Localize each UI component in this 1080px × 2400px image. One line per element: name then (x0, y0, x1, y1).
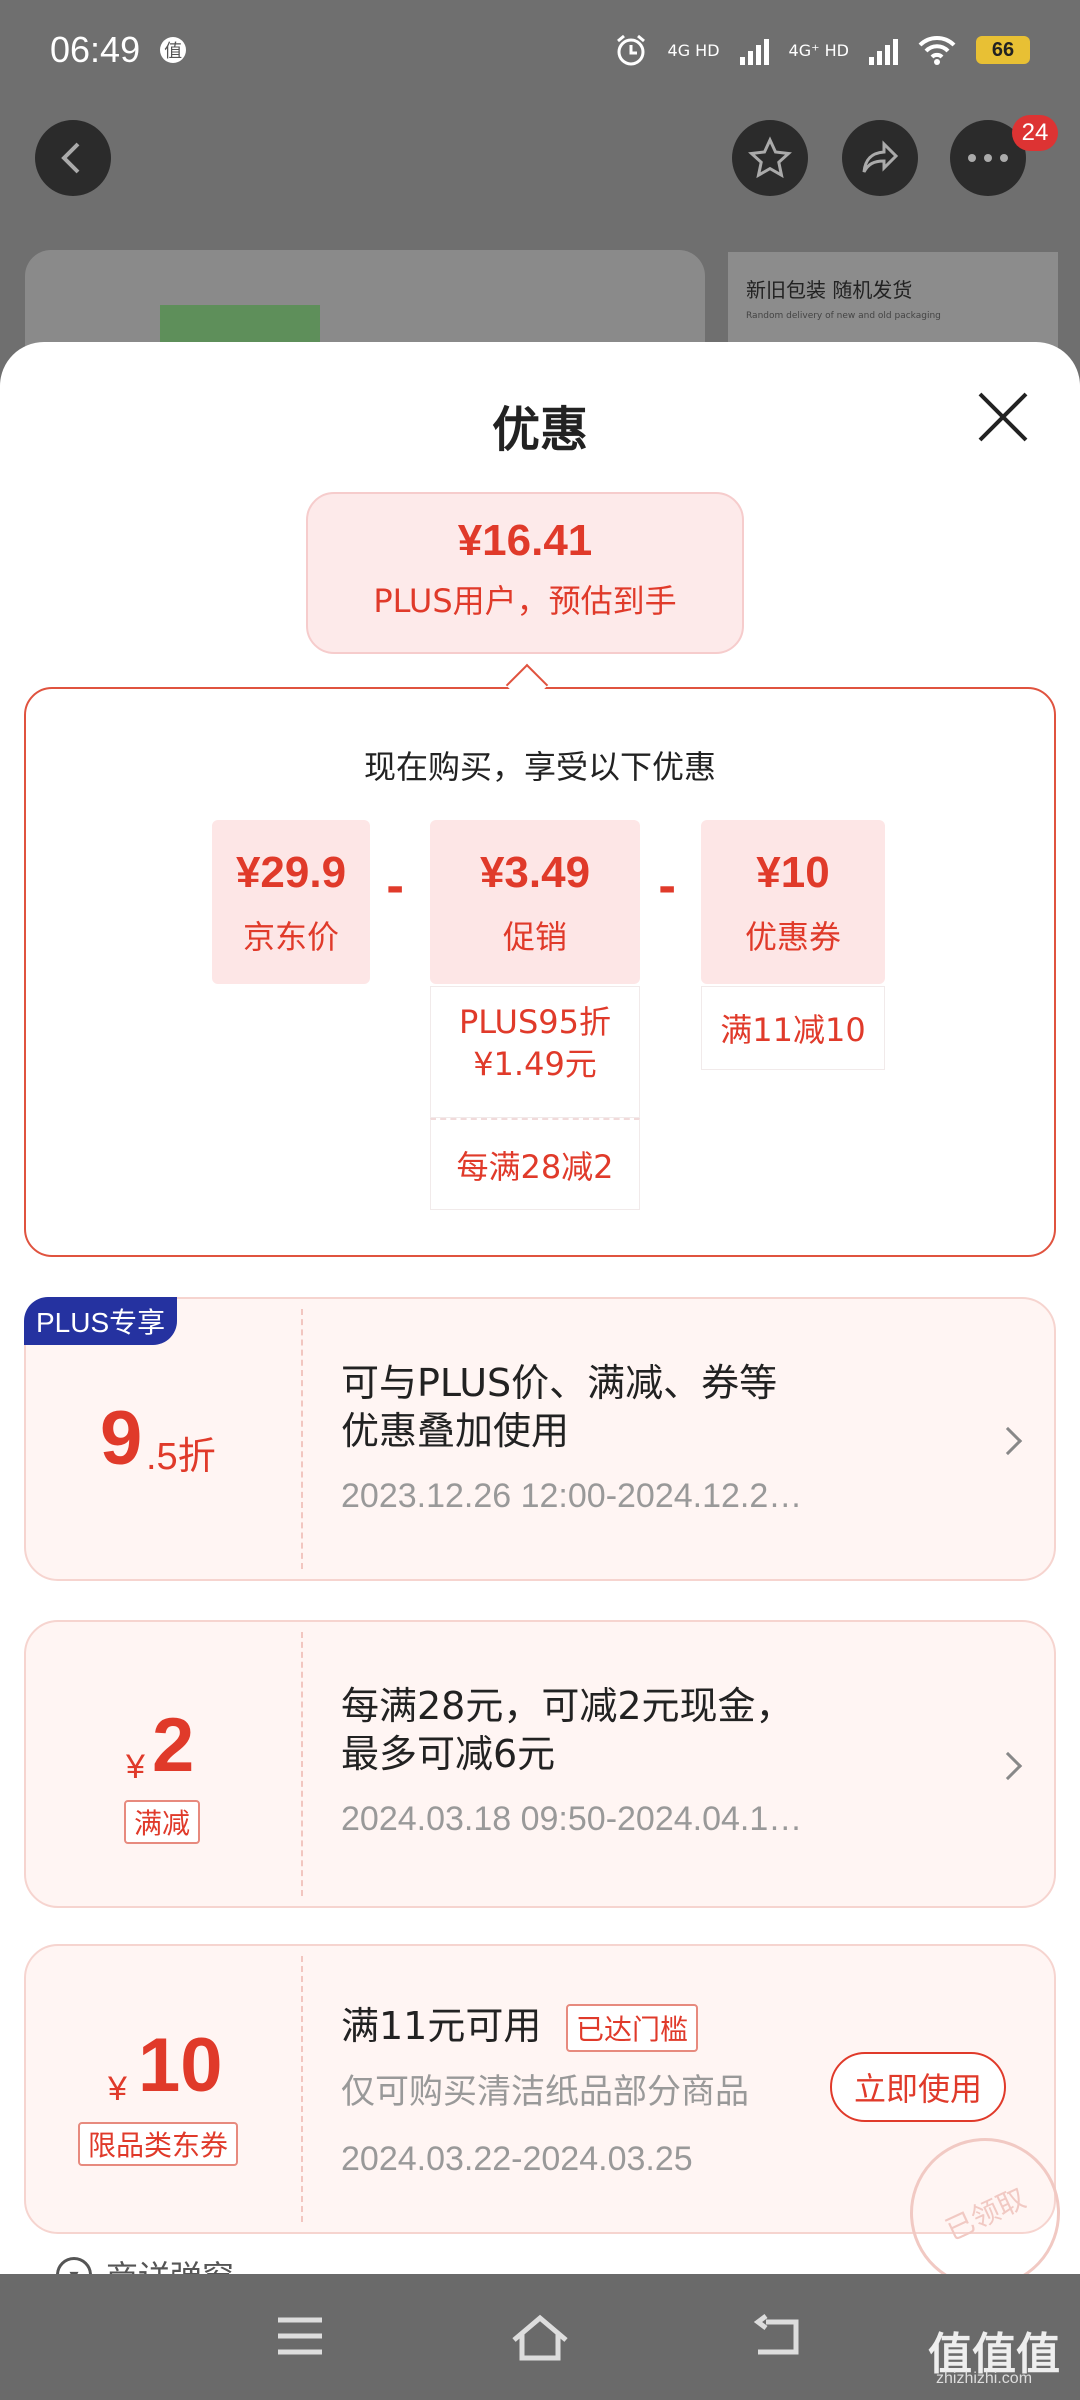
dropdown-icon: ▾ (56, 2257, 92, 2274)
card-title: 可与PLUS价、满减、券等 优惠叠加使用 (341, 1361, 778, 1453)
packaging-banner: 新旧包装 随机发货 Random delivery of new and old… (728, 252, 1058, 352)
discount-small: .5折 (146, 1436, 216, 1478)
claimed-stamp: 已领取 (885, 2113, 1080, 2274)
card-date: 2024.03.18 09:50-2024.04.1… (341, 1800, 803, 1838)
category-coupon-card: ¥ 10 限品类东券 满11元可用 已达门槛 仅可购买清洁纸品部分商品 2024… (24, 1944, 1080, 2274)
plus-exclusive-tag: PLUS专享 (24, 1297, 178, 1345)
app-notification-icon: 值 (160, 37, 187, 63)
popup-setting-label: 商详弹窗 (106, 2252, 234, 2274)
status-bar: 06:49 值 4G HD 4G⁺ HD 66 (0, 0, 1080, 100)
home-icon[interactable] (510, 2314, 570, 2362)
card-title: 满11元可用 (341, 2004, 542, 2048)
back-nav-icon[interactable] (752, 2314, 804, 2362)
jd-price-cell: ¥29.9 京东价 (212, 820, 370, 984)
banner-title: 新旧包装 随机发货 (746, 278, 913, 302)
currency-symbol: ¥ (126, 1748, 145, 1786)
minus-sign: - (658, 862, 677, 913)
card-divider (301, 1632, 303, 1896)
promo-cell: ¥3.49 促销 (430, 820, 640, 984)
menu-icon[interactable] (276, 2314, 324, 2358)
favorite-button[interactable] (732, 120, 808, 196)
wifi-icon (918, 35, 956, 65)
jd-price-value: ¥29.9 (235, 848, 347, 897)
notification-badge: 24 (1012, 115, 1058, 151)
close-icon[interactable] (976, 390, 1030, 444)
promo-detail-fullcut: 每满28减2 (430, 1118, 640, 1210)
more-icon (968, 154, 1008, 162)
discount-big: 9 (100, 1396, 143, 1481)
coupon-amount: 10 (138, 2023, 223, 2108)
network-label-1: 4G HD (667, 40, 720, 60)
coupon-detail: 满11减10 (701, 986, 885, 1070)
estimated-price-label: PLUS用户，预估到手 (373, 582, 677, 620)
promo-label: 促销 (502, 918, 567, 956)
promo-value: ¥3.49 (479, 848, 591, 897)
signal-icon-2 (869, 35, 898, 65)
star-icon (748, 136, 792, 179)
chevron-right-icon (993, 1751, 1023, 1781)
discount-sheet: 优惠 ¥16.41 PLUS用户，预估到手 现在购买，享受以下优惠 ¥29.9 … (0, 342, 1080, 2274)
coupon-label: 优惠券 (744, 918, 841, 956)
back-button[interactable] (35, 120, 111, 196)
use-now-button[interactable]: 立即使用 (830, 2052, 1007, 2122)
watermark-url: zhizhizhi.com (936, 2370, 1033, 2387)
card-divider (301, 1956, 303, 2222)
chevron-left-icon (61, 142, 80, 174)
threshold-reached-badge: 已达门槛 (566, 2004, 699, 2052)
fullcut-tag: 满减 (124, 1800, 201, 1844)
card-date: 2023.12.26 12:00-2024.12.2… (341, 1477, 803, 1515)
fullcut-card[interactable]: ¥ 2 满减 每满28元，可减2元现金， 最多可减6元 2024.03.18 0… (24, 1620, 1056, 1908)
banner-subtitle: Random delivery of new and old packaging (746, 311, 941, 321)
jd-price-label: 京东价 (242, 918, 339, 956)
estimated-price: ¥16.41 (457, 516, 593, 565)
card-date: 2024.03.22-2024.03.25 (341, 2140, 693, 2178)
popup-setting-row[interactable]: ▾ 商详弹窗 (56, 2252, 234, 2274)
breakdown-heading: 现在购买，享受以下优惠 (363, 748, 716, 786)
coupon-cell: ¥10 优惠券 (701, 820, 885, 984)
fullcut-amount: 2 (152, 1703, 195, 1788)
status-time: 06:49 (50, 29, 141, 70)
signal-icon-1 (739, 35, 769, 65)
share-icon (862, 140, 899, 173)
currency-symbol: ¥ (108, 2070, 127, 2108)
share-button[interactable] (842, 120, 918, 196)
card-description: 仅可购买清洁纸品部分商品 (341, 2072, 749, 2112)
system-nav-bar (0, 2274, 1080, 2400)
network-label-2: 4G⁺ HD (788, 40, 849, 60)
minus-sign: - (386, 862, 405, 913)
battery-indicator: 66 (976, 36, 1030, 64)
plus-discount-card[interactable]: PLUS专享 9 .5折 可与PLUS价、满减、券等 优惠叠加使用 2023.1… (24, 1297, 1056, 1581)
card-divider (301, 1309, 303, 1569)
card-title: 每满28元，可减2元现金， 最多可减6元 (341, 1684, 794, 1776)
coupon-value: ¥10 (756, 848, 830, 897)
category-coupon-tag: 限品类东券 (78, 2122, 239, 2166)
chevron-right-icon (993, 1426, 1023, 1456)
promo-detail-plus: PLUS95折 ¥1.49元 (430, 986, 640, 1118)
alarm-icon (616, 34, 645, 66)
sheet-title: 优惠 (491, 402, 588, 458)
estimated-price-box: ¥16.41 PLUS用户，预估到手 (306, 492, 744, 654)
